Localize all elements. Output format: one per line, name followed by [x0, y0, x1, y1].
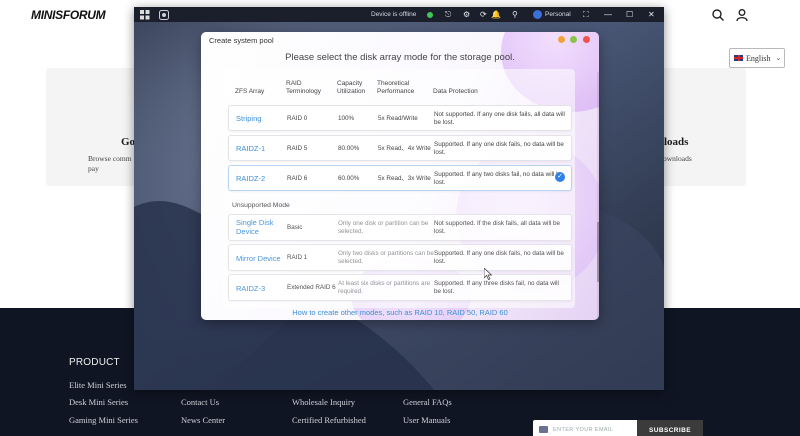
scroll-thumb[interactable] — [597, 222, 599, 282]
capacity: 100% — [338, 115, 355, 122]
sync-icon[interactable]: ⟳ — [480, 7, 487, 22]
array-option-striping[interactable]: Striping RAID 0 100% 5x Read/Write Not s… — [228, 105, 572, 131]
footer-link[interactable]: Contact Us — [181, 397, 219, 407]
raid-term: Basic — [287, 224, 303, 231]
col-header-raid: RAID Terminology — [286, 80, 322, 95]
raid-term: RAID 1 — [287, 254, 308, 261]
mode-name: RAIDZ-2 — [236, 174, 266, 183]
language-select[interactable]: English ⌄ — [729, 48, 785, 68]
array-option-raidz3: RAIDZ-3 Extended RAID 6 At least six dis… — [228, 274, 572, 301]
unsupported-reason: Only one disk or partition can be select… — [338, 220, 429, 235]
bell-icon[interactable]: 🔔 — [491, 7, 501, 22]
hero-left-text: Browse comm pay — [88, 154, 132, 173]
data-protection: Not supported. If the disk fails, all da… — [434, 220, 561, 235]
data-protection: Supported. If any three disks fail, no d… — [434, 280, 559, 295]
newsletter-email-input[interactable]: ENTER YOUR EMAIL — [553, 427, 613, 433]
selected-check-icon: ✓ — [555, 172, 565, 182]
array-option-single-disk: Single Disk Device Basic Only one disk o… — [228, 214, 572, 241]
search-icon[interactable]: ⚲ — [512, 7, 518, 22]
array-option-raidz1[interactable]: RAIDZ-1 RAID 5 80.00% 5x Read、4x Write S… — [228, 135, 572, 161]
raid-term: RAID 6 — [287, 175, 308, 182]
footer-link[interactable]: Elite Mini Series — [69, 380, 127, 390]
raid-term: RAID 0 — [287, 115, 308, 122]
dialog-close-button[interactable] — [583, 36, 590, 43]
mode-name: RAIDZ-1 — [236, 144, 266, 153]
other-modes-help-link[interactable]: How to create other modes, such as RAID … — [201, 308, 599, 317]
performance: 5x Read、3x Write — [378, 175, 431, 182]
footer-link[interactable]: User Manuals — [403, 415, 450, 425]
col-header-capacity: Capacity Utilization — [337, 80, 366, 95]
search-icon[interactable] — [711, 8, 725, 22]
dialog-scrollbar[interactable] — [597, 72, 599, 320]
create-system-pool-dialog: Create system pool Please select the dis… — [201, 32, 599, 320]
device-status-text: Device is offline — [371, 11, 417, 18]
array-option-raidz2[interactable]: RAIDZ-2 RAID 6 60.00% 5x Read、3x Write S… — [228, 165, 572, 191]
hero-left-title: Go — [121, 136, 136, 148]
mode-name: Mirror Device — [236, 254, 281, 263]
performance: 5x Read、4x Write — [378, 145, 431, 152]
remote-desktop-window: Device is offline ⎋ ⚙ ⟳ 🔔 ⚲ Personal ⛶ —… — [134, 7, 664, 390]
footer-heading-product: PRODUCT — [69, 357, 120, 368]
footer-link[interactable]: General FAQs — [403, 397, 452, 407]
footer-link[interactable]: Wholesale Inquiry — [292, 397, 355, 407]
footer-link[interactable]: Certified Refurbished — [292, 415, 366, 425]
minimize-icon[interactable]: — — [604, 7, 612, 22]
site-logo[interactable]: MINISFORUM — [31, 8, 106, 22]
unsupported-reason: Only two disks or partitions can be sele… — [338, 250, 434, 265]
array-option-mirror: Mirror Device RAID 1 Only two disks or p… — [228, 244, 572, 271]
power-icon[interactable]: ⎋ — [445, 7, 451, 22]
capacity: 60.00% — [338, 175, 360, 182]
language-label: English — [746, 53, 771, 63]
dialog-minimize-button[interactable] — [558, 36, 565, 43]
fullscreen-icon[interactable]: ⛶ — [583, 7, 589, 22]
settings-icon[interactable]: ⚙ — [463, 7, 470, 22]
user-name: Personal — [545, 11, 571, 18]
uk-flag-icon — [734, 55, 743, 61]
chevron-down-icon: ⌄ — [775, 54, 782, 62]
mail-icon — [539, 426, 548, 433]
col-header-performance: Theoretical Performance — [377, 80, 415, 95]
raid-term: Extended RAID 6 — [287, 284, 336, 291]
user-menu[interactable]: Personal — [533, 7, 571, 22]
status-dot — [427, 7, 433, 22]
mouse-cursor-icon — [484, 268, 492, 280]
dialog-title: Create system pool — [209, 36, 274, 45]
hero-right-text: ownloads — [663, 154, 692, 163]
data-protection: Supported. If any one disk fails, no dat… — [434, 250, 564, 265]
mode-name: Striping — [236, 114, 262, 123]
data-protection: Not supported. If any one disk fails, al… — [434, 111, 565, 126]
unsupported-mode-label: Unsupported Mode — [232, 202, 290, 209]
remote-titlebar: Device is offline ⎋ ⚙ ⟳ 🔔 ⚲ Personal ⛶ —… — [134, 7, 664, 22]
footer-link[interactable]: Gaming Mini Series — [69, 415, 138, 425]
unsupported-reason: At least six disks or partitions are req… — [338, 280, 431, 295]
col-header-zfs: ZFS Array — [235, 88, 265, 95]
app-icon[interactable] — [159, 7, 169, 22]
footer-link[interactable]: News Center — [181, 415, 225, 425]
dialog-maximize-button[interactable] — [570, 36, 577, 43]
mode-name: Single Disk Device — [236, 218, 274, 236]
dialog-heading: Please select the disk array mode for th… — [285, 52, 515, 63]
performance: 5x Read/Write — [378, 115, 418, 122]
subscribe-button[interactable]: SUBSCRIBE — [637, 420, 703, 436]
start-menu-icon[interactable] — [140, 7, 150, 22]
newsletter-form: ENTER YOUR EMAIL SUBSCRIBE — [533, 420, 703, 436]
avatar — [533, 10, 542, 19]
user-icon[interactable] — [735, 8, 749, 22]
footer-link[interactable]: Desk Mini Series — [69, 397, 128, 407]
raid-term: RAID 5 — [287, 145, 308, 152]
col-header-protection: Data Protection — [433, 88, 478, 95]
maximize-icon[interactable]: ☐ — [626, 7, 633, 22]
hero-right-title: loads — [664, 136, 689, 148]
data-protection: Supported. If any two disks fail, no dat… — [434, 171, 564, 186]
capacity: 80.00% — [338, 145, 360, 152]
mode-name: RAIDZ-3 — [236, 284, 266, 293]
data-protection: Supported. If any one disk fails, no dat… — [434, 141, 564, 156]
close-icon[interactable]: ✕ — [648, 7, 655, 22]
